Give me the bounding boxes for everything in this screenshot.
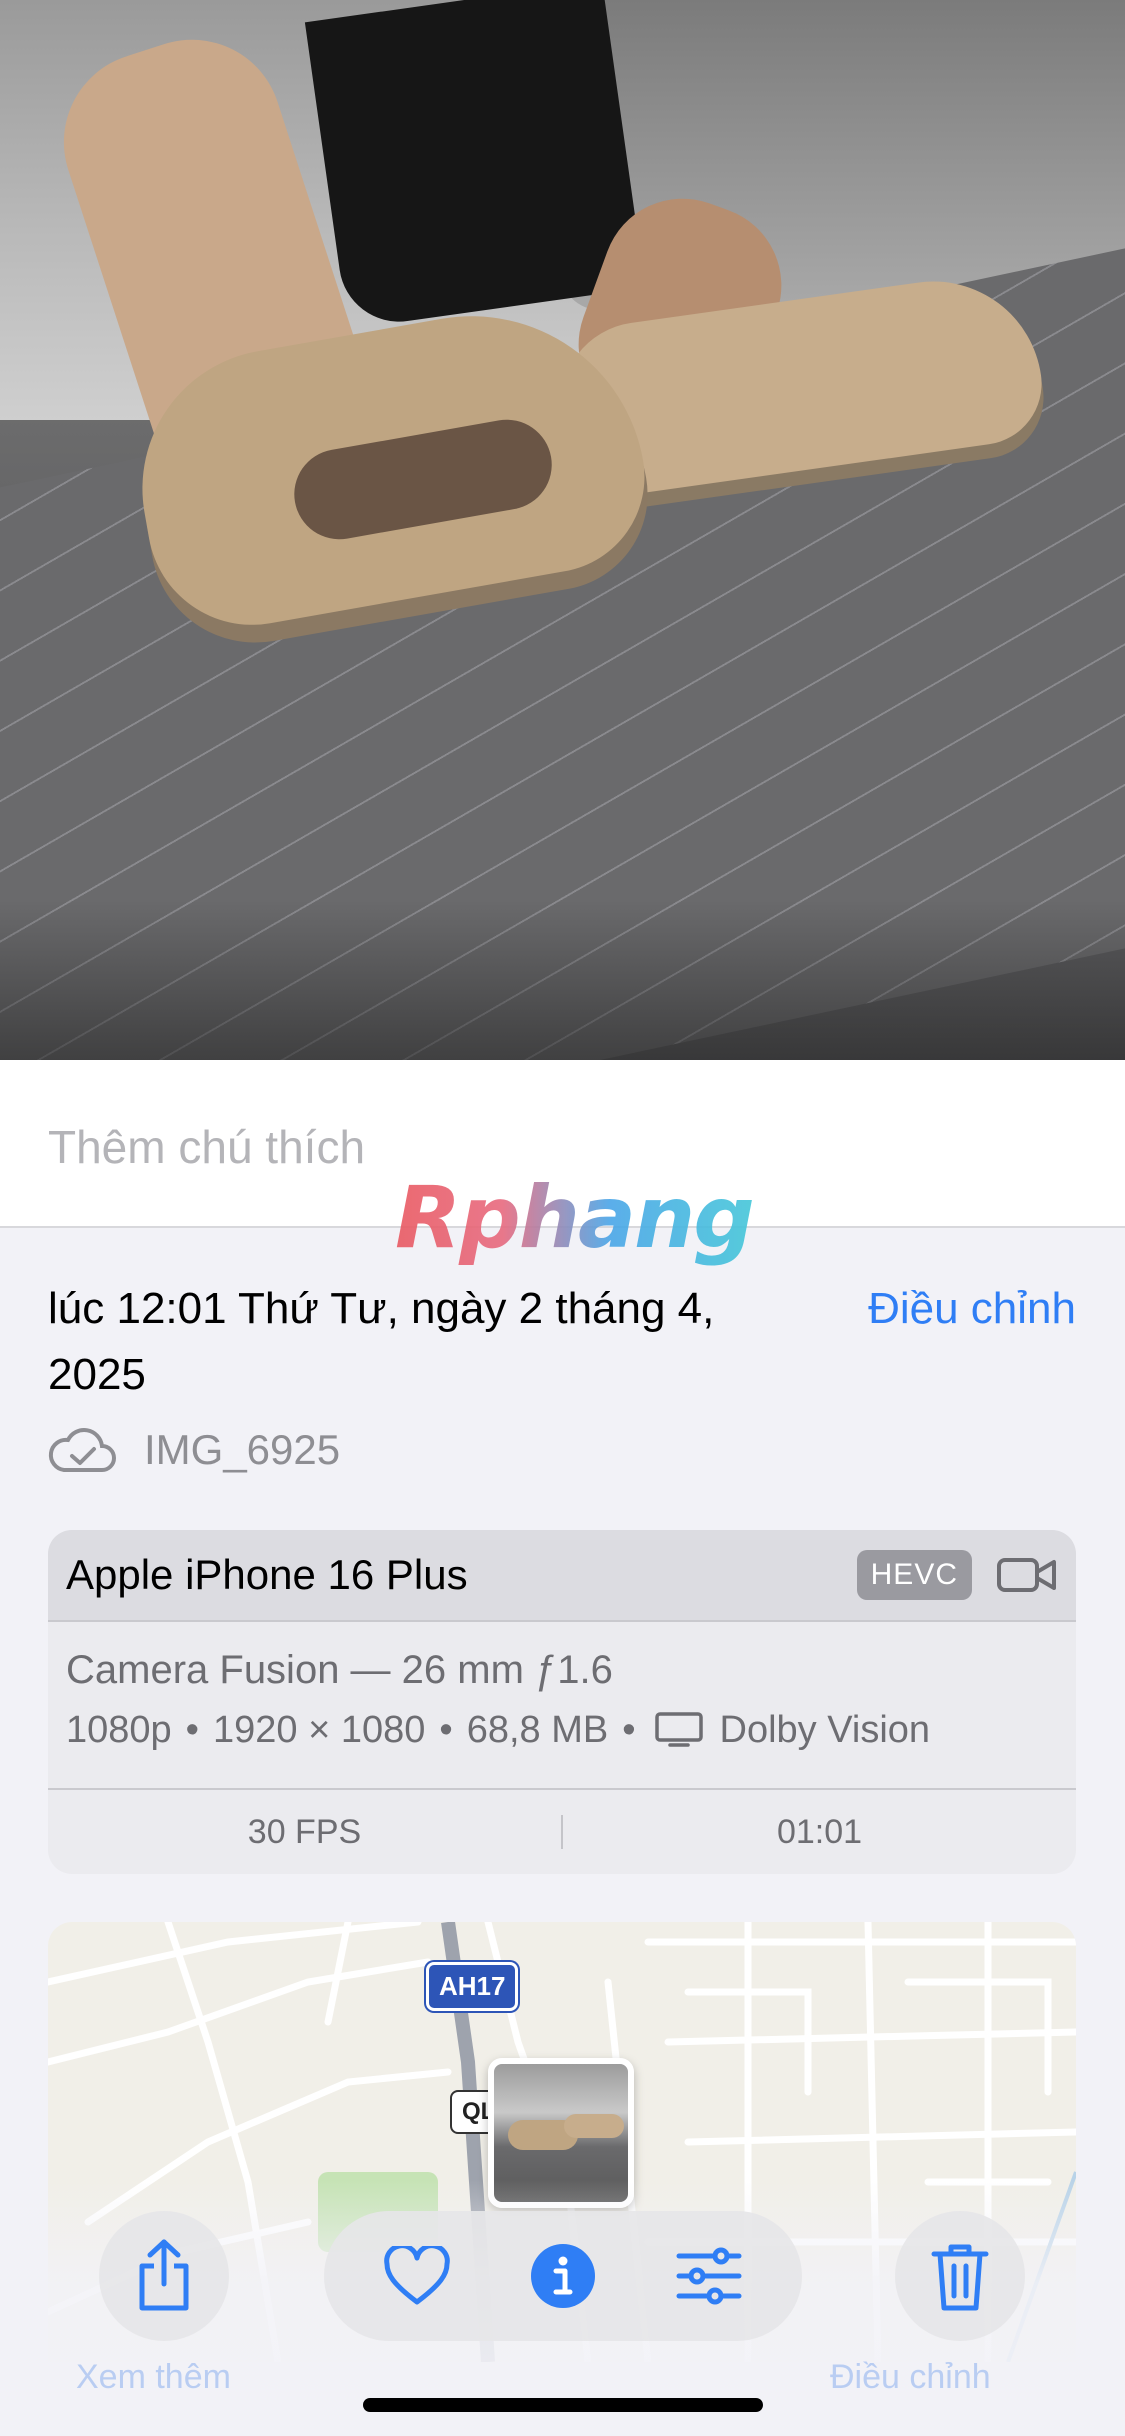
photo-shadow — [0, 900, 1125, 1060]
heart-icon — [384, 2246, 450, 2305]
share-button[interactable] — [99, 2211, 229, 2341]
file-name: IMG_6925 — [144, 1426, 341, 1473]
adjust-icon — [676, 2247, 742, 2305]
sandal-opening — [287, 412, 559, 547]
video-stats: 30 FPS 01:01 — [48, 1788, 1076, 1874]
separator: • — [185, 1709, 199, 1751]
device-model: Apple iPhone 16 Plus — [66, 1551, 468, 1598]
trash-icon — [931, 2244, 989, 2311]
hint-left: Xem thêm — [76, 2358, 231, 2396]
capture-datetime: lúc 12:01 Thứ Tư, ngày 2 tháng 4, 2025 — [48, 1284, 715, 1399]
info-icon — [531, 2244, 595, 2308]
file-row: IMG_6925 — [48, 1420, 340, 1480]
separator: • — [622, 1709, 636, 1751]
display-icon — [654, 1712, 703, 1747]
video-camera-icon — [997, 1558, 1056, 1592]
dimensions-label: 1920 × 1080 — [212, 1709, 426, 1751]
photo-pants — [304, 0, 646, 330]
lens-info: Camera Fusion — 26 mm ƒ1.6 — [66, 1648, 613, 1692]
duration-label: 01:01 — [776, 1812, 863, 1851]
photo-preview[interactable] — [0, 0, 1125, 1060]
device-card: Apple iPhone 16 Plus HEVC Camera Fusion … — [48, 1530, 1076, 1874]
delete-button[interactable] — [895, 2211, 1025, 2341]
info-button[interactable] — [518, 2231, 608, 2321]
edit-button[interactable] — [664, 2231, 754, 2321]
resolution-label: 1080p — [66, 1709, 172, 1751]
favorite-button[interactable] — [372, 2231, 462, 2321]
video-specs: 1080p • 1920 × 1080 • 68,8 MB • Dolby Vi… — [66, 1700, 1058, 1760]
device-header: Apple iPhone 16 Plus HEVC — [48, 1530, 1076, 1622]
device-details: Camera Fusion — 26 mm ƒ1.6 1080p • 1920 … — [48, 1622, 1076, 1782]
route-badge: AH17 — [426, 1962, 519, 2011]
icloud-check-icon — [48, 1428, 116, 1472]
watermark-logo: Rphang — [395, 1168, 755, 1268]
adjust-date-button[interactable]: Điều chỉnh — [868, 1276, 1076, 1342]
share-icon — [139, 2239, 189, 2311]
codec-badge: HEVC — [856, 1550, 972, 1600]
home-indicator[interactable] — [363, 2398, 763, 2412]
separator: • — [439, 1709, 453, 1751]
photo-actions-group — [324, 2211, 802, 2341]
thumb-sandal — [564, 2114, 624, 2138]
hint-right: Điều chỉnh — [830, 2358, 991, 2396]
file-size-label: 68,8 MB — [466, 1709, 609, 1751]
fps-label: 30 FPS — [247, 1812, 362, 1851]
hdr-label: Dolby Vision — [719, 1709, 931, 1751]
